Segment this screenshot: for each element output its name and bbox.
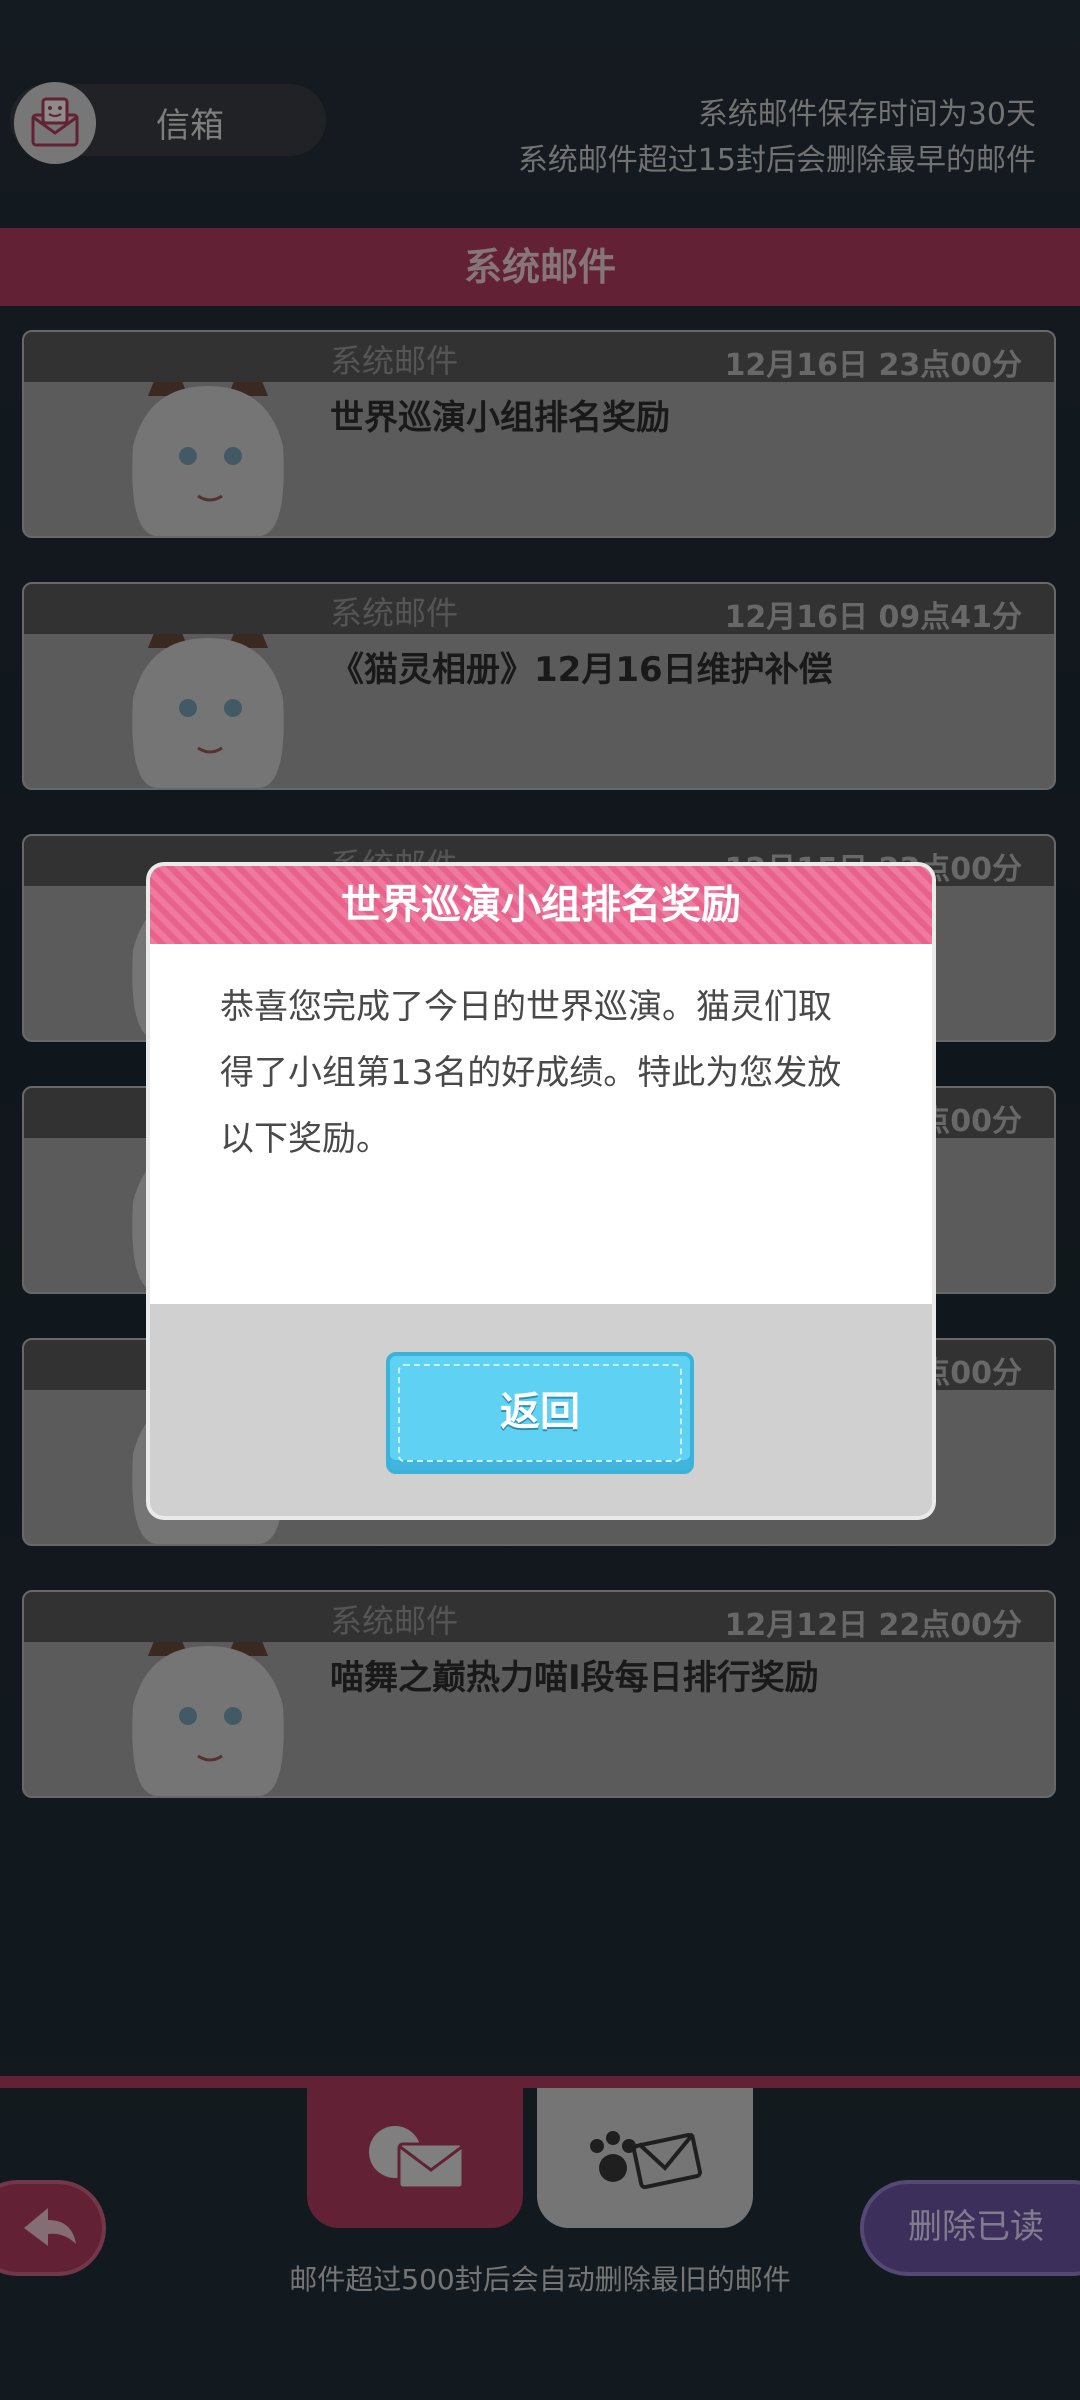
- bottom-divider: [0, 2076, 1080, 2088]
- gear-mail-icon: [369, 2126, 465, 2190]
- mail-item[interactable]: 系统邮件 12月16日 23点00分 世界巡演小组排名奖励: [22, 330, 1056, 538]
- mail-time: 12月16日 09点41分: [724, 600, 1022, 635]
- auto-delete-note: 邮件超过500封后会自动删除最旧的邮件: [289, 2263, 791, 2296]
- mail-time: 点00分: [920, 1356, 1022, 1391]
- dialog-title: 世界巡演小组排名奖励: [341, 882, 741, 928]
- reward-dialog: 世界巡演小组排名奖励 恭喜您完成了今日的世界巡演。猫灵们取得了小组第13名的好成…: [150, 866, 932, 1516]
- notice-line-1: 系统邮件保存时间为30天: [697, 97, 1036, 132]
- mail-title: 喵舞之巅热力喵I段每日排行奖励: [330, 1658, 819, 1698]
- retention-notice: 系统邮件保存时间为30天 系统邮件超过15封后会删除最早的邮件: [518, 92, 1036, 184]
- notice-line-2: 系统邮件超过15封后会删除最早的邮件: [517, 143, 1036, 178]
- dialog-message: 恭喜您完成了今日的世界巡演。猫灵们取得了小组第13名的好成绩。特此为您发放以下奖…: [220, 987, 842, 1159]
- return-button-label: 返回: [500, 1389, 580, 1435]
- tab-system-mail[interactable]: [307, 2088, 523, 2228]
- mail-title: 世界巡演小组排名奖励: [330, 398, 670, 438]
- paw-mail-icon: [590, 2131, 702, 2190]
- inbox-label: 信箱: [156, 106, 224, 146]
- mail-type: 系统邮件: [330, 342, 459, 380]
- mail-item[interactable]: 系统邮件 12月16日 09点41分 《猫灵相册》12月16日维护补偿: [22, 582, 1056, 790]
- mail-time: 12月12日 22点00分: [724, 1608, 1022, 1643]
- mail-title: 《猫灵相册》12月16日维护补偿: [330, 650, 833, 690]
- mail-type: 系统邮件: [330, 594, 459, 632]
- mail-item[interactable]: 系统邮件 12月12日 22点00分 喵舞之巅热力喵I段每日排行奖励: [22, 1590, 1056, 1798]
- tab-cat-mail[interactable]: [537, 2088, 753, 2228]
- mail-type: 系统邮件: [330, 1602, 459, 1640]
- mail-time: 12月16日 23点00分: [724, 348, 1022, 383]
- mail-icon: [14, 82, 96, 164]
- return-button[interactable]: 返回: [386, 1352, 694, 1474]
- mail-time: 点00分: [920, 1104, 1022, 1139]
- section-title: 系统邮件: [0, 228, 1080, 306]
